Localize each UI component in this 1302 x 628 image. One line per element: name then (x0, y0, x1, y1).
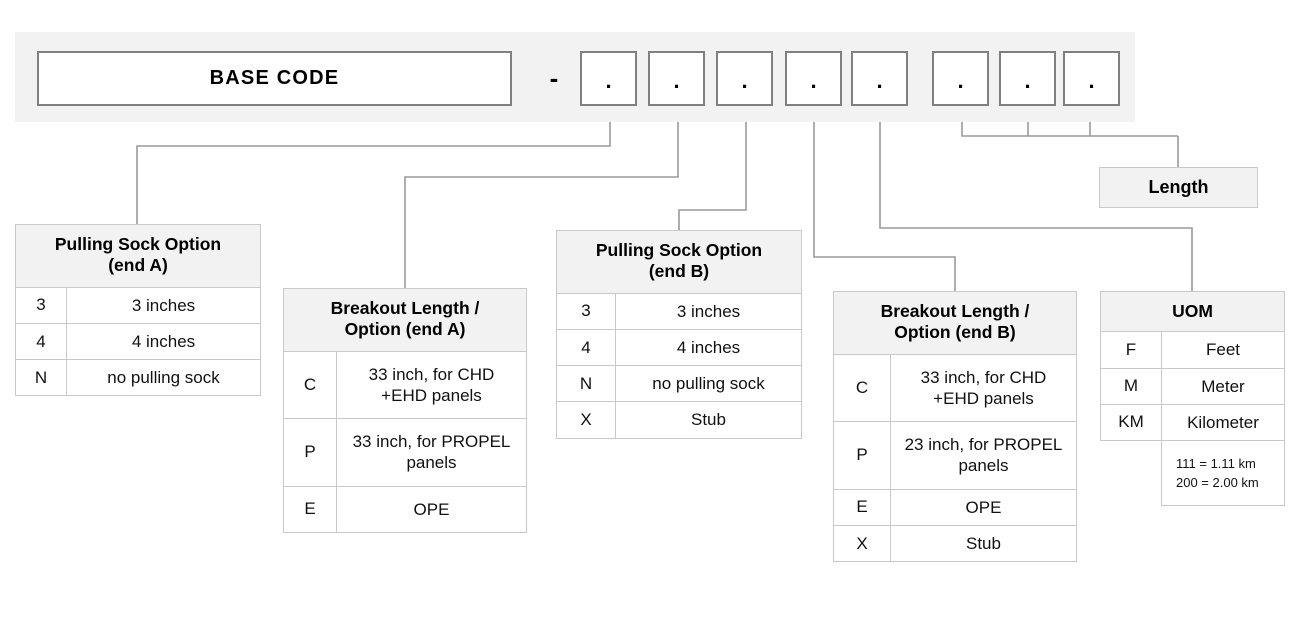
row-value: 33 inch, for PROPEL panels (336, 418, 527, 487)
table-row: P 23 inch, for PROPEL panels (833, 421, 1077, 490)
row-key: 3 (556, 292, 616, 330)
row-value: Kilometer (1161, 403, 1285, 442)
base-code-band: BASE CODE - . . . . . . . . (15, 32, 1135, 122)
table-pulling-sock-option-end-a: Pulling Sock Option (end A) 3 3 inches 4… (15, 224, 261, 397)
table-row: N no pulling sock (15, 359, 261, 397)
uom-note: 111 = 1.11 km 200 = 2.00 km (1161, 440, 1285, 506)
row-value: Feet (1161, 331, 1285, 369)
table-pulling-sock-option-end-b: Pulling Sock Option (end B) 3 3 inches 4… (556, 230, 802, 439)
table-title-line2: (end A) (108, 255, 168, 276)
table-row: F Feet (1100, 331, 1285, 369)
table-breakout-length-option-end-a: Breakout Length / Option (end A) C 33 in… (283, 288, 527, 533)
code-digit-box-7[interactable]: . (999, 51, 1056, 106)
row-value: 4 inches (66, 322, 261, 361)
table-row: KM Kilometer (1100, 403, 1285, 442)
connector-digit1-to-pulling-sock-a (136, 122, 611, 224)
code-digit-box-5[interactable]: . (851, 51, 908, 106)
code-digit-box-1[interactable]: . (580, 51, 637, 106)
table-row: 4 4 inches (15, 322, 261, 361)
row-value: Stub (615, 401, 802, 439)
row-value: OPE (336, 485, 527, 533)
row-value: 3 inches (615, 292, 802, 330)
row-key: X (556, 401, 616, 439)
code-digit-box-2[interactable]: . (648, 51, 705, 106)
table-header-row: Breakout Length / Option (end A) (283, 288, 527, 352)
row-key: E (833, 488, 891, 526)
row-value: OPE (890, 488, 1077, 526)
row-key: P (833, 421, 891, 490)
table-title: UOM (1100, 290, 1285, 333)
table-uom: UOM F Feet M Meter KM Kilometer 111 = 1.… (1100, 290, 1285, 506)
row-value: 23 inch, for PROPEL panels (890, 421, 1077, 490)
table-row: C 33 inch, for CHD +EHD panels (833, 353, 1077, 423)
table-row: M Meter (1100, 367, 1285, 405)
row-key: E (283, 485, 337, 533)
code-digit-box-8[interactable]: . (1063, 51, 1120, 106)
row-value: 3 inches (66, 286, 261, 324)
uom-note-line1: 111 = 1.11 km (1176, 456, 1256, 472)
table-breakout-length-option-end-b: Breakout Length / Option (end B) C 33 in… (833, 291, 1077, 563)
row-value: 33 inch, for CHD +EHD panels (336, 350, 527, 420)
table-row: C 33 inch, for CHD +EHD panels (283, 350, 527, 420)
row-value: Meter (1161, 367, 1285, 405)
row-value: 33 inch, for CHD +EHD panels (890, 353, 1077, 423)
table-row: N no pulling sock (556, 365, 802, 403)
table-note-row: 111 = 1.11 km 200 = 2.00 km (1101, 440, 1285, 506)
table-row: E OPE (283, 485, 527, 533)
row-key: 3 (15, 286, 67, 324)
table-title: Pulling Sock Option (end B) (556, 230, 802, 294)
length-box-label: Length (1148, 177, 1209, 197)
row-key: 4 (556, 328, 616, 367)
row-key: 4 (15, 322, 67, 361)
base-code-label: BASE CODE (209, 67, 340, 89)
table-header-row: Breakout Length / Option (end B) (833, 291, 1077, 355)
code-digit-box-6[interactable]: . (932, 51, 989, 106)
code-digit-box-3[interactable]: . (716, 51, 773, 106)
base-code-box[interactable]: BASE CODE (37, 51, 512, 106)
table-title: Breakout Length / Option (end B) (833, 291, 1077, 355)
row-key: X (833, 524, 891, 563)
row-value: no pulling sock (615, 365, 802, 403)
table-header-row: UOM (1100, 290, 1285, 333)
row-value: Stub (890, 524, 1077, 563)
row-key: C (833, 353, 891, 423)
row-key: N (556, 365, 616, 403)
table-title-line2: Option (end B) (894, 322, 1016, 343)
note-spacer (1101, 441, 1162, 506)
table-row: X Stub (556, 401, 802, 439)
row-key: C (283, 350, 337, 420)
table-row: E OPE (833, 488, 1077, 526)
row-key: N (15, 359, 67, 397)
connector-digit3-to-pulling-sock-b (678, 122, 747, 230)
table-row: 3 3 inches (15, 286, 261, 324)
row-key: F (1100, 331, 1162, 369)
length-box[interactable]: Length (1099, 167, 1258, 208)
code-digit-box-4[interactable]: . (785, 51, 842, 106)
table-title-line1: Breakout Length / (880, 301, 1030, 321)
table-title-line1: Breakout Length / (330, 298, 480, 318)
table-title-line1: Pulling Sock Option (54, 234, 222, 254)
table-title-line2: (end B) (648, 261, 710, 282)
table-title: Pulling Sock Option (end A) (15, 224, 261, 288)
row-key: M (1100, 367, 1162, 405)
row-key: KM (1100, 403, 1162, 442)
table-title: Breakout Length / Option (end A) (283, 288, 527, 352)
uom-note-line2: 200 = 2.00 km (1176, 474, 1259, 490)
table-row: 3 3 inches (556, 292, 802, 330)
table-header-row: Pulling Sock Option (end A) (15, 224, 261, 288)
table-header-row: Pulling Sock Option (end B) (556, 230, 802, 294)
table-title-line2: Option (end A) (344, 319, 466, 340)
table-row: 4 4 inches (556, 328, 802, 367)
table-row: X Stub (833, 524, 1077, 563)
connector-digit4-to-breakout-b (813, 122, 956, 291)
table-row: P 33 inch, for PROPEL panels (283, 418, 527, 487)
code-separator-dash: - (549, 63, 559, 93)
row-key: P (283, 418, 337, 487)
connector-digit6-to-length (961, 122, 1130, 137)
table-title-line1: Pulling Sock Option (595, 240, 763, 260)
row-value: 4 inches (615, 328, 802, 367)
diagram-canvas: BASE CODE - . . . . . . . . Pulling Sock… (0, 0, 1302, 628)
row-value: no pulling sock (66, 359, 261, 397)
